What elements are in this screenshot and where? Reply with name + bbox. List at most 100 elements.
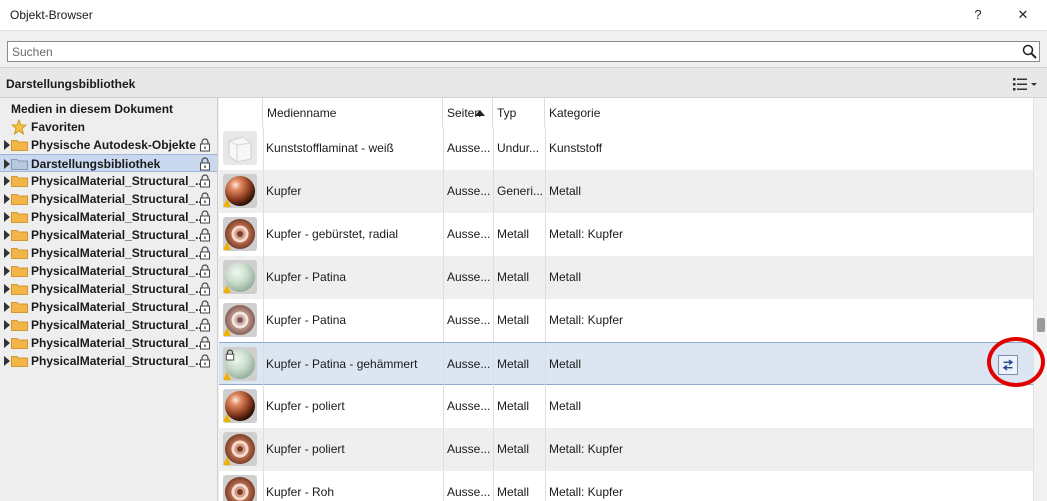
column-header-type[interactable]: Typ <box>493 98 545 127</box>
column-header-side[interactable]: Seiten <box>443 98 493 127</box>
material-side: Ausse... <box>447 442 491 456</box>
table-row[interactable]: Kupfer - gebürstet, radial Ausse... Metall… <box>219 213 1033 256</box>
material-name: Kupfer - Patina <box>266 270 347 284</box>
material-category: Metall: Kupfer <box>549 485 624 499</box>
tree-item-document-media[interactable]: Medien in diesem Dokument <box>0 100 217 118</box>
material-side: Ausse... <box>447 313 491 327</box>
lock-icon <box>200 210 210 224</box>
tree-item-label: Medien in diesem Dokument <box>11 102 174 116</box>
expand-arrow-icon[interactable] <box>4 356 10 366</box>
material-name: Kupfer - poliert <box>266 399 345 413</box>
folder-icon <box>11 230 28 241</box>
thumbnail-cell <box>219 428 263 471</box>
folder-icon <box>11 338 28 349</box>
tree-item-label: Physische Autodesk-Objekte <box>31 138 196 152</box>
expand-arrow-icon[interactable] <box>4 320 10 330</box>
scrollbar-thumb[interactable] <box>1037 318 1045 332</box>
tree-item-label: PhysicalMaterial_Structural_... <box>31 336 206 350</box>
thumbnail-cell <box>219 343 263 386</box>
help-button[interactable]: ? <box>960 3 996 27</box>
table-row[interactable]: Kunststofflaminat - weiß Ausse... Undur...… <box>219 127 1033 170</box>
warning-icon <box>223 414 231 422</box>
tree-item[interactable]: PhysicalMaterial_Structural_... <box>0 172 217 190</box>
folder-icon <box>11 248 28 259</box>
tree-item[interactable]: Darstellungsbibliothek <box>0 154 217 172</box>
material-type: Metall <box>497 227 530 241</box>
thumbnail-cell <box>219 299 263 342</box>
material-name: Kupfer - gebürstet, radial <box>266 227 399 241</box>
material-name: Kunststofflaminat - weiß <box>266 141 394 155</box>
tree-item-label: PhysicalMaterial_Structural_... <box>31 174 206 188</box>
material-side: Ausse... <box>447 270 491 284</box>
warning-icon <box>223 285 231 293</box>
tree-item[interactable]: PhysicalMaterial_Structural_... <box>0 190 217 208</box>
material-type: Metall <box>497 270 530 284</box>
tree-item-label: PhysicalMaterial_Structural_... <box>31 228 206 242</box>
table-row[interactable]: Kupfer - Patina Ausse... Metall Metall <box>219 256 1033 299</box>
expand-arrow-icon[interactable] <box>4 194 10 204</box>
expand-arrow-icon[interactable] <box>4 140 10 150</box>
column-header-name[interactable]: Medienname <box>263 98 485 127</box>
table-row[interactable]: Kupfer Ausse... Generi... Metall <box>219 170 1033 213</box>
material-side: Ausse... <box>447 141 491 155</box>
table-row[interactable]: Kupfer - poliert Ausse... Metall Metall: Ku… <box>219 428 1033 471</box>
material-name: Kupfer - Patina - gehämmert <box>266 357 418 371</box>
expand-arrow-icon[interactable] <box>4 176 10 186</box>
folder-icon <box>11 284 28 295</box>
folder-icon <box>11 302 28 313</box>
material-side: Ausse... <box>447 357 491 371</box>
materials-list: Medienname Seiten Typ Kategorie Kunststo… <box>219 98 1033 501</box>
lock-icon <box>200 246 210 260</box>
tree-item[interactable]: PhysicalMaterial_Structural_... <box>0 244 217 262</box>
tree-item[interactable]: PhysicalMaterial_Structural_... <box>0 262 217 280</box>
close-button[interactable]: ✕ <box>1005 3 1041 27</box>
expand-arrow-icon[interactable] <box>4 284 10 294</box>
tree-item[interactable]: Physische Autodesk-Objekte <box>0 136 217 154</box>
column-header-label: Typ <box>497 106 517 120</box>
vertical-scrollbar[interactable] <box>1033 98 1047 501</box>
material-side: Ausse... <box>447 485 491 499</box>
warning-icon <box>223 328 231 336</box>
lock-icon <box>200 354 210 368</box>
table-row[interactable]: Kupfer - Roh Ausse... Metall Metall: Kupfer <box>219 471 1033 501</box>
folder-icon <box>11 212 28 223</box>
expand-arrow-icon[interactable] <box>4 212 10 222</box>
expand-arrow-icon[interactable] <box>4 338 10 348</box>
material-thumbnail <box>223 475 257 501</box>
list-view-icon[interactable] <box>1010 74 1040 94</box>
tree-item[interactable]: PhysicalMaterial_Structural_... <box>0 352 217 370</box>
tree-item[interactable]: PhysicalMaterial_Structural_... <box>0 316 217 334</box>
replace-material-icon[interactable] <box>998 355 1018 375</box>
table-row[interactable]: Kupfer - Patina - gehämmert Ausse... Metal… <box>219 342 1033 386</box>
expand-arrow-icon[interactable] <box>4 248 10 258</box>
table-row[interactable]: Kupfer - Patina Ausse... Metall Metall: Kup… <box>219 299 1033 342</box>
tree-item[interactable]: PhysicalMaterial_Structural_... <box>0 298 217 316</box>
expand-arrow-icon[interactable] <box>4 230 10 240</box>
material-type: Metall <box>497 357 530 371</box>
tree-item[interactable]: PhysicalMaterial_Structural_... <box>0 208 217 226</box>
expand-arrow-icon[interactable] <box>4 159 10 169</box>
expand-arrow-icon[interactable] <box>4 266 10 276</box>
material-side: Ausse... <box>447 399 491 413</box>
lock-icon <box>225 349 235 361</box>
material-category: Metall <box>549 184 582 198</box>
tree-item[interactable]: PhysicalMaterial_Structural_... <box>0 280 217 298</box>
folder-icon <box>11 194 28 205</box>
lock-icon <box>200 264 210 278</box>
tree-item[interactable]: PhysicalMaterial_Structural_... <box>0 334 217 352</box>
column-header-label: Medienname <box>267 106 337 120</box>
search-input[interactable] <box>7 41 1040 62</box>
title-bar: Objekt-Browser ? ✕ <box>0 0 1047 31</box>
search-icon[interactable] <box>1021 43 1039 61</box>
material-side: Ausse... <box>447 227 491 241</box>
table-row[interactable]: Kupfer - poliert Ausse... Metall Metall <box>219 385 1033 428</box>
tree-item-favorites[interactable]: Favoriten <box>0 118 217 136</box>
column-header-label: Seiten <box>447 106 482 120</box>
column-header-category[interactable]: Kategorie <box>545 98 1033 127</box>
library-tree: Medien in diesem Dokument Favoriten Phys… <box>0 98 218 501</box>
expand-arrow-icon[interactable] <box>4 302 10 312</box>
library-header: Darstellungsbibliothek <box>0 67 1047 98</box>
tree-item[interactable]: PhysicalMaterial_Structural_... <box>0 226 217 244</box>
material-type: Metall <box>497 485 530 499</box>
material-category: Metall: Kupfer <box>549 442 624 456</box>
